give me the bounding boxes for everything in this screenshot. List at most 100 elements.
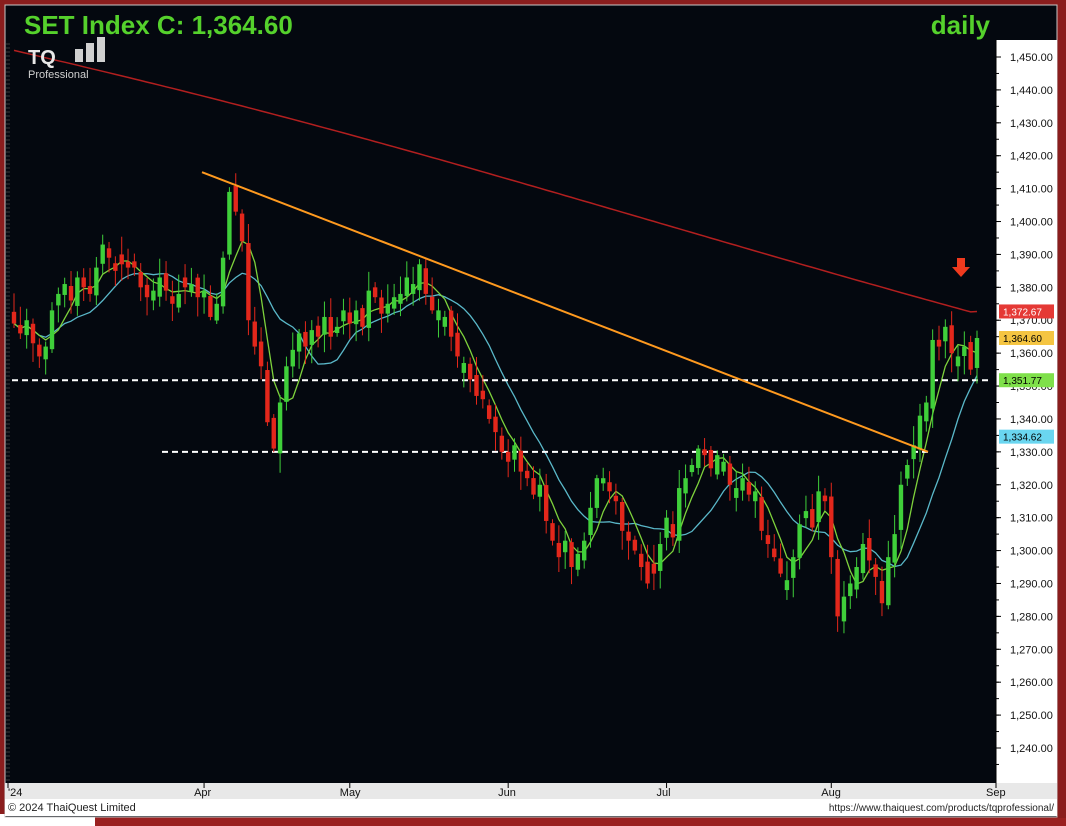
candle-body [708,449,714,469]
y-tick-label: 1,310.00 [1010,513,1053,525]
candle-body [11,311,17,324]
candle-body [290,349,295,367]
candle-body [30,323,36,344]
candle-body [442,316,448,327]
candle-body [518,450,524,472]
candle-body [277,402,283,454]
candle-body [702,449,707,456]
candle-body [233,185,238,212]
x-tick-label: Jul [657,787,671,799]
candle-body [56,293,61,306]
candle-body [18,324,23,334]
candle-body [721,461,726,472]
candle-body [455,332,460,357]
timeframe-label: daily [931,10,991,40]
candle-body [601,478,606,484]
candle-body [588,507,593,536]
y-tick-label: 1,240.00 [1010,743,1053,755]
candle-body [924,402,929,422]
candle-body [791,557,796,578]
candle-body [296,333,302,352]
candle-body [163,273,169,291]
candle-body [391,297,397,309]
candle-body [467,363,473,380]
candle-body [309,330,314,345]
x-tick-label: '24 [8,787,22,799]
y-tick-label: 1,450.00 [1010,52,1053,64]
footer-url[interactable]: https://www.thaiquest.com/products/tqpro… [829,803,1054,814]
candle-body [917,415,923,450]
candle-body [170,296,175,304]
price-label-text: 1,372.67 [1003,307,1042,318]
candle-body [968,342,973,370]
candle-body [404,277,410,296]
candle-body [626,531,631,541]
candle-body [765,535,771,544]
candle-body [822,495,828,502]
candle-body [974,338,980,368]
candle-body [189,284,194,292]
candle-body [24,320,29,336]
x-tick-label: Sep [986,787,1006,799]
candle-body [562,540,568,553]
candle-body [151,290,156,301]
candle-body [423,268,429,294]
candle-body [930,339,935,409]
y-tick-label: 1,280.00 [1010,611,1053,623]
candle-body [195,277,200,298]
candle-body [537,484,543,497]
candle-body [94,267,99,296]
candle-body [75,277,80,306]
candle-body [214,303,219,321]
candle-body [797,524,802,558]
candle-body [841,596,847,622]
candle-body [575,553,581,570]
candle-body [220,257,226,307]
candle-body [746,482,752,495]
candle-body [303,331,308,347]
candlestick-chart[interactable]: 1,240.00 1,250.00 1,260.00 1,270.00 1,280.00… [0,0,1066,826]
candle-body [784,580,790,591]
candle-body [543,485,549,521]
candle-body [334,326,340,334]
y-tick-label: 1,420.00 [1010,151,1053,163]
candle-body [252,321,257,347]
candle-body [892,534,897,563]
y-tick-label: 1,270.00 [1010,644,1053,656]
candle-body [49,310,55,350]
candle-body [353,310,359,325]
candle-body [955,356,961,367]
candle-body [524,470,530,479]
candle-body [119,254,124,265]
candle-body [157,277,162,297]
candle-body [810,509,815,528]
candle-body [550,523,555,541]
candle-body [696,448,701,468]
candle-body [772,548,777,558]
candle-body [670,524,676,538]
candle-body [898,484,904,530]
y-tick-label: 1,430.00 [1010,118,1053,130]
candle-body [448,310,454,337]
candle-body [284,366,289,402]
candle-body [341,310,346,322]
candle-body [100,244,105,264]
x-tick-label: May [340,787,361,799]
candle-body [569,542,574,568]
candle-body [740,478,745,491]
y-tick-label: 1,330.00 [1010,447,1053,459]
candle-body [227,191,232,255]
candle-body [905,465,910,479]
y-tick-label: 1,290.00 [1010,578,1053,590]
candle-body [201,290,207,298]
y-tick-label: 1,410.00 [1010,184,1053,196]
copyright-text: © 2024 ThaiQuest Limited [8,802,136,814]
y-tick-label: 1,250.00 [1010,710,1053,722]
candle-body [620,501,625,531]
candle-body [658,543,663,571]
candle-body [943,326,948,342]
logo-subtext: Professional [28,69,89,81]
candle-body [759,497,764,531]
y-tick-label: 1,300.00 [1010,546,1053,558]
price-label-text: 1,334.62 [1003,433,1042,444]
